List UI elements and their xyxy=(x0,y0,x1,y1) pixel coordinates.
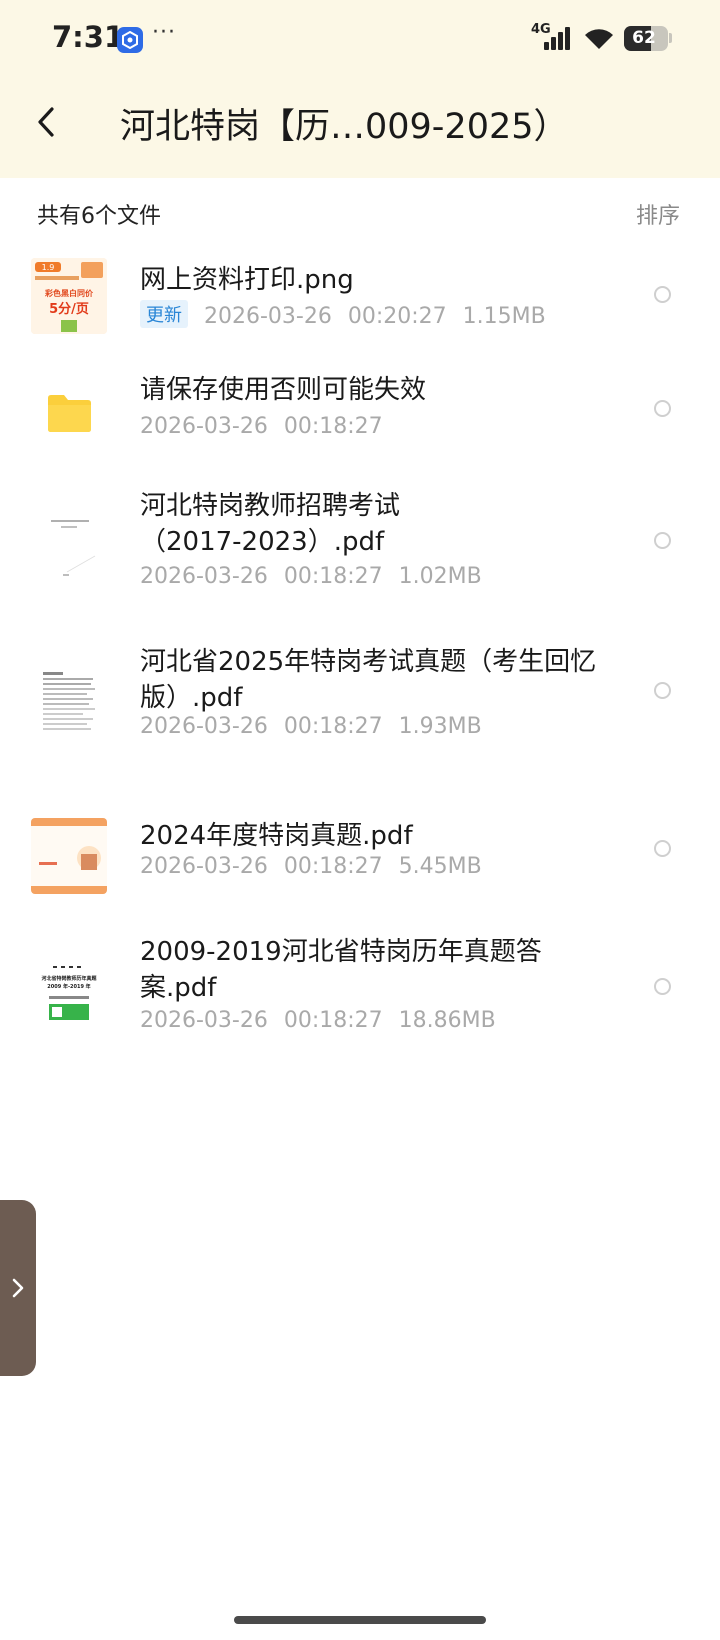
file-meta: 2026-03-26 00:18:27 1.93MB xyxy=(140,714,498,739)
file-size: 1.15MB xyxy=(462,304,546,329)
file-name: 2009-2019河北省特岗历年真题答案.pdf xyxy=(140,937,542,1003)
image-thumbnail: 1.9 彩色黑白同价 5分/页 xyxy=(31,258,107,334)
file-meta: 2026-03-26 00:18:27 18.86MB xyxy=(140,1008,512,1033)
file-meta: 2026-03-26 00:18:27 5.45MB xyxy=(140,854,498,879)
page-title: 河北特岗【历…009-2025） xyxy=(120,107,569,147)
file-name: 河北特岗教师招聘考试（2017-2023）.pdf xyxy=(140,491,401,557)
file-time: 00:18:27 xyxy=(283,564,383,589)
file-name: 河北省2025年特岗考试真题（考生回忆版）.pdf xyxy=(140,647,597,713)
file-date: 2026-03-26 xyxy=(140,414,268,439)
file-row-pdf[interactable]: 2024年度特岗真题.pdf 2026-03-26 00:18:27 5.45MB xyxy=(0,816,720,896)
file-time: 00:18:27 xyxy=(283,1008,383,1033)
select-radio[interactable] xyxy=(654,532,671,549)
file-meta: 2026-03-26 00:18:27 1.02MB xyxy=(140,564,498,589)
select-radio[interactable] xyxy=(654,840,671,857)
pdf-thumbnail xyxy=(31,666,107,742)
status-bar: 7:31 ··· 4G 62 xyxy=(0,0,720,80)
signal-icon xyxy=(544,26,572,50)
more-notifications-icon: ··· xyxy=(152,20,176,45)
file-size: 18.86MB xyxy=(398,1008,496,1033)
file-name: 网上资料打印.png xyxy=(140,265,354,295)
chevron-left-icon xyxy=(38,107,54,137)
file-date: 2026-03-26 xyxy=(140,1008,268,1033)
file-date: 2026-03-26 xyxy=(204,304,332,329)
file-meta: 2026-03-26 00:18:27 xyxy=(140,414,399,439)
side-drawer-handle[interactable] xyxy=(0,1200,36,1376)
file-name: 2024年度特岗真题.pdf xyxy=(140,821,413,851)
file-time: 00:18:27 xyxy=(283,714,383,739)
file-row-pdf[interactable]: 河北省特岗教师历年真题 2009 年-2019 年 2009-2019河北省特岗… xyxy=(0,934,720,1052)
pdf-thumbnail xyxy=(31,508,107,584)
file-time: 00:18:27 xyxy=(283,414,383,439)
select-radio[interactable] xyxy=(654,978,671,995)
select-radio[interactable] xyxy=(654,286,671,303)
sort-button[interactable]: 排序 xyxy=(636,198,680,230)
battery-level: 62 xyxy=(632,28,656,48)
battery-icon: 62 xyxy=(624,26,668,51)
pdf-thumbnail: 河北省特岗教师历年真题 2009 年-2019 年 xyxy=(31,954,107,1030)
file-meta: 更新 2026-03-26 00:20:27 1.15MB xyxy=(140,300,562,329)
battery-tip xyxy=(669,33,672,43)
chevron-right-icon xyxy=(12,1278,24,1298)
file-size: 5.45MB xyxy=(398,854,482,879)
folder-name: 请保存使用否则可能失效 xyxy=(140,375,427,405)
back-button[interactable] xyxy=(30,100,66,144)
file-time: 00:18:27 xyxy=(283,854,383,879)
file-size: 1.93MB xyxy=(398,714,482,739)
file-size: 1.02MB xyxy=(398,564,482,589)
wifi-icon xyxy=(585,29,613,49)
file-count: 共有6个文件 xyxy=(37,204,161,229)
select-radio[interactable] xyxy=(654,682,671,699)
file-row-pdf[interactable]: 河北省2025年特岗考试真题（考生回忆版）.pdf 2026-03-26 00:1… xyxy=(0,644,720,762)
cover-years: 2009 年-2019 年 xyxy=(47,983,90,990)
file-row-png[interactable]: 1.9 彩色黑白同价 5分/页 网上资料打印.png 更新 2026-03-26 0… xyxy=(0,252,720,346)
file-time: 00:20:27 xyxy=(347,304,447,329)
cover-title: 河北省特岗教师历年真题 xyxy=(40,975,97,982)
select-radio[interactable] xyxy=(654,400,671,417)
promo-price: 5分/页 xyxy=(49,301,89,317)
update-badge: 更新 xyxy=(140,300,188,328)
pdf-thumbnail xyxy=(31,818,107,894)
app-notification-icon xyxy=(117,27,143,53)
file-row-pdf[interactable]: 河北特岗教师招聘考试（2017-2023）.pdf 2026-03-26 00:1… xyxy=(0,488,720,606)
promo-line: 彩色黑白同价 xyxy=(44,288,94,298)
file-date: 2026-03-26 xyxy=(140,714,268,739)
promo-badge: 1.9 xyxy=(42,263,55,272)
file-date: 2026-03-26 xyxy=(140,854,268,879)
status-time: 7:31 xyxy=(52,20,125,54)
file-row-folder[interactable]: 请保存使用否则可能失效 2026-03-26 00:18:27 xyxy=(0,372,720,458)
home-indicator[interactable] xyxy=(234,1616,486,1624)
file-date: 2026-03-26 xyxy=(140,564,268,589)
folder-icon xyxy=(31,376,107,452)
